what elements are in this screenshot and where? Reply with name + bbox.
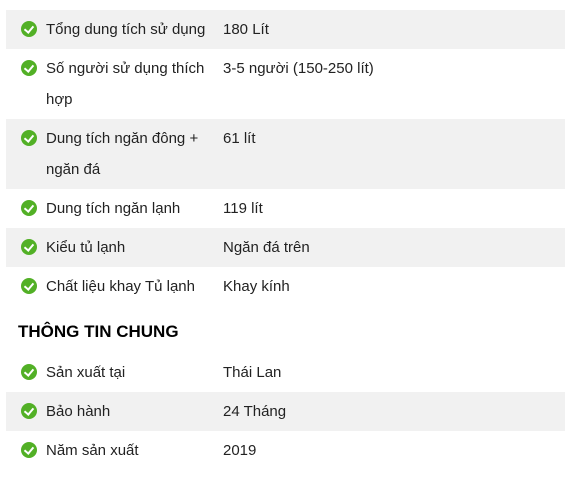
spec-row: Bảo hành 24 Tháng bbox=[6, 392, 565, 431]
spec-row: Sản xuất tại Thái Lan bbox=[6, 353, 565, 392]
section-heading: THÔNG TIN CHUNG bbox=[18, 322, 179, 341]
spec-value: 3-5 người (150-250 lít) bbox=[223, 60, 374, 77]
spec-value: Khay kính bbox=[223, 278, 290, 295]
spec-row: Dung tích ngăn đông + ngăn đá 61 lít bbox=[6, 119, 565, 189]
spec-value: 180 Lít bbox=[223, 21, 269, 38]
spec-label: Số người sử dụng thích hợp bbox=[46, 60, 205, 108]
spec-value: 24 Tháng bbox=[223, 403, 287, 420]
spec-value: 2019 bbox=[223, 442, 257, 459]
spec-label: Tổng dung tích sử dụng bbox=[46, 21, 206, 38]
spec-value: 61 lít bbox=[223, 130, 256, 147]
check-circle-icon bbox=[21, 278, 37, 294]
spec-label: Sản xuất tại bbox=[46, 364, 126, 381]
spec-label: Kiểu tủ lạnh bbox=[46, 239, 126, 256]
spec-value: Thái Lan bbox=[223, 364, 282, 381]
spec-label: Dung tích ngăn đông + ngăn đá bbox=[46, 130, 199, 178]
check-circle-icon bbox=[21, 200, 37, 216]
check-circle-icon bbox=[21, 21, 37, 37]
spec-label: Năm sản xuất bbox=[46, 442, 139, 459]
general-list: Sản xuất tại Thái Lan Bảo hành 24 Tháng Nă… bbox=[6, 353, 565, 470]
check-circle-icon bbox=[21, 403, 37, 419]
check-circle-icon bbox=[21, 442, 37, 458]
spec-row: Tổng dung tích sử dụng 180 Lít bbox=[6, 10, 565, 49]
spec-row: Kiểu tủ lạnh Ngăn đá trên bbox=[6, 228, 565, 267]
spec-label: Bảo hành bbox=[46, 403, 111, 420]
check-circle-icon bbox=[21, 60, 37, 76]
check-circle-icon bbox=[21, 130, 37, 146]
spec-label: Chất liệu khay Tủ lạnh bbox=[46, 278, 195, 295]
check-circle-icon bbox=[21, 239, 37, 255]
spec-row: Số người sử dụng thích hợp 3-5 người (150… bbox=[6, 49, 565, 119]
spec-label: Dung tích ngăn lạnh bbox=[46, 200, 181, 217]
specs-list: Tổng dung tích sử dụng 180 Lít Số người s… bbox=[6, 10, 565, 306]
spec-row: Dung tích ngăn lạnh 119 lít bbox=[6, 189, 565, 228]
spec-value: 119 lít bbox=[223, 200, 263, 217]
check-circle-icon bbox=[21, 364, 37, 380]
spec-row: Chất liệu khay Tủ lạnh Khay kính bbox=[6, 267, 565, 306]
spec-value: Ngăn đá trên bbox=[223, 239, 310, 256]
spec-row: Năm sản xuất 2019 bbox=[6, 431, 565, 470]
